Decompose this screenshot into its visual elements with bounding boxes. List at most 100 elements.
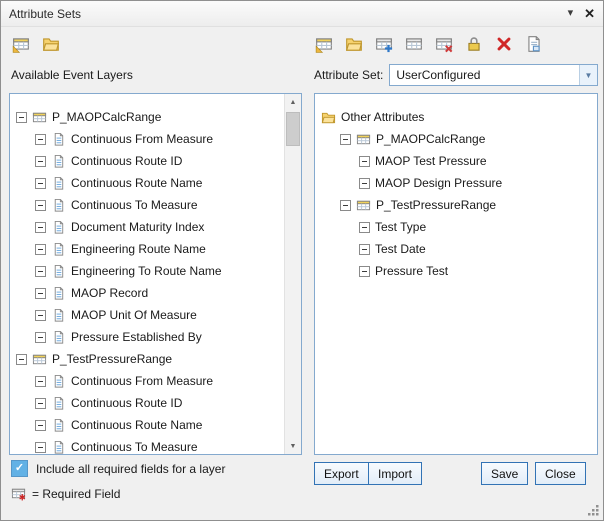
attribute-set-report-icon[interactable] <box>524 34 544 54</box>
collapse-expander-icon[interactable] <box>35 200 46 211</box>
field-doc-icon <box>51 132 66 147</box>
tree-item[interactable]: Continuous To Measure <box>12 436 283 454</box>
add-event-layer-icon[interactable] <box>11 34 31 54</box>
window-title: Attribute Sets <box>9 7 81 21</box>
titlebar[interactable]: Attribute Sets ▾ ✕ <box>1 1 603 27</box>
tree-item[interactable]: Other Attributes <box>317 106 595 128</box>
tree-item[interactable]: Document Maturity Index <box>12 216 283 238</box>
field-doc-icon <box>51 418 66 433</box>
collapse-expander-icon[interactable] <box>35 178 46 189</box>
open-attribute-set-icon[interactable] <box>344 34 364 54</box>
collapse-expander-icon[interactable] <box>35 332 46 343</box>
tree-item-label: Other Attributes <box>341 110 424 124</box>
tree-item[interactable]: MAOP Test Pressure <box>317 150 595 172</box>
field-doc-icon <box>51 330 66 345</box>
collapse-expander-icon[interactable] <box>35 266 46 277</box>
tree-item[interactable]: P_MAOPCalcRange <box>317 128 595 150</box>
layer-table-icon <box>32 110 47 125</box>
left-toolbar <box>11 34 61 54</box>
resize-grip-icon[interactable] <box>587 504 600 517</box>
tree-item[interactable]: P_TestPressureRange <box>12 348 283 370</box>
tree-item[interactable]: Engineering Route Name <box>12 238 283 260</box>
tree-item[interactable]: Continuous Route ID <box>12 150 283 172</box>
collapse-expander-icon[interactable] <box>35 376 46 387</box>
required-field-label: = Required Field <box>32 487 120 501</box>
attribute-set-dropdown[interactable]: UserConfigured ▼ <box>389 64 598 86</box>
available-layers-panel: P_MAOPCalcRange Continuous From Measure Co… <box>9 93 302 455</box>
tree-item-label: P_TestPressureRange <box>52 352 172 366</box>
tree-item[interactable]: Continuous From Measure <box>12 370 283 392</box>
tree-item[interactable]: Pressure Test <box>317 260 595 282</box>
tree-item[interactable]: Continuous Route Name <box>12 414 283 436</box>
tree-item[interactable]: Continuous From Measure <box>12 128 283 150</box>
collapse-icon[interactable]: ▾ <box>568 8 574 19</box>
collapse-expander-icon[interactable] <box>35 244 46 255</box>
collapse-expander-icon[interactable] <box>16 112 27 123</box>
delete-attribute-set-icon[interactable] <box>494 34 514 54</box>
tree-item[interactable]: Engineering To Route Name <box>12 260 283 282</box>
scroll-thumb[interactable] <box>286 112 300 146</box>
collapse-expander-icon[interactable] <box>16 354 27 365</box>
tree-item[interactable]: Test Type <box>317 216 595 238</box>
vertical-scrollbar[interactable]: ▲ ▼ <box>284 94 301 454</box>
new-attribute-set-icon[interactable] <box>314 34 334 54</box>
tree-item[interactable]: Continuous Route Name <box>12 172 283 194</box>
lock-attribute-set-icon[interactable] <box>464 34 484 54</box>
tree-item[interactable]: MAOP Design Pressure <box>317 172 595 194</box>
collapse-expander-icon[interactable] <box>35 134 46 145</box>
tree-item[interactable]: P_MAOPCalcRange <box>12 106 283 128</box>
include-required-label: Include all required fields for a layer <box>36 462 225 476</box>
collapse-expander-icon[interactable] <box>359 156 370 167</box>
tree-item[interactable]: MAOP Record <box>12 282 283 304</box>
collapse-expander-icon[interactable] <box>35 442 46 453</box>
tree-item-label: Continuous To Measure <box>71 440 198 454</box>
attribute-set-value: UserConfigured <box>390 65 579 85</box>
add-attribute-table-icon[interactable] <box>374 34 394 54</box>
save-button[interactable]: Save <box>481 462 528 485</box>
scroll-down-icon[interactable]: ▼ <box>285 438 301 454</box>
collapse-expander-icon[interactable] <box>35 156 46 167</box>
attribute-sets-dialog: Attribute Sets ▾ ✕ Available Event Layer… <box>0 0 604 521</box>
add-event-layer-folder-icon[interactable] <box>41 34 61 54</box>
collapse-expander-icon[interactable] <box>35 398 46 409</box>
collapse-expander-icon[interactable] <box>35 288 46 299</box>
tree-item-label: Continuous From Measure <box>71 132 213 146</box>
tree-item[interactable]: Continuous To Measure <box>12 194 283 216</box>
tree-item[interactable]: P_TestPressureRange <box>317 194 595 216</box>
tree-item[interactable]: MAOP Unit Of Measure <box>12 304 283 326</box>
close-icon[interactable]: ✕ <box>584 7 595 20</box>
dropdown-arrow-icon[interactable]: ▼ <box>579 65 597 85</box>
tree-item[interactable]: Pressure Established By <box>12 326 283 348</box>
collapse-expander-icon[interactable] <box>359 266 370 277</box>
collapse-expander-icon[interactable] <box>359 244 370 255</box>
collapse-expander-icon[interactable] <box>340 200 351 211</box>
available-layers-tree: P_MAOPCalcRange Continuous From Measure Co… <box>12 94 283 454</box>
field-doc-icon <box>51 396 66 411</box>
close-button[interactable]: Close <box>535 462 586 485</box>
collapse-expander-icon[interactable] <box>340 134 351 145</box>
field-doc-icon <box>51 154 66 169</box>
folder-icon <box>321 110 336 125</box>
collapse-expander-icon[interactable] <box>35 310 46 321</box>
required-field-icon <box>11 486 26 501</box>
layer-table-icon <box>356 198 371 213</box>
collapse-expander-icon[interactable] <box>35 420 46 431</box>
tree-item[interactable]: Continuous Route ID <box>12 392 283 414</box>
remove-attribute-table-icon[interactable] <box>434 34 454 54</box>
collapse-expander-icon[interactable] <box>359 178 370 189</box>
tree-item-label: Continuous From Measure <box>71 374 213 388</box>
collapse-expander-icon[interactable] <box>35 222 46 233</box>
tree-item-label: P_MAOPCalcRange <box>52 110 161 124</box>
layer-table-icon <box>356 132 371 147</box>
tree-item-label: MAOP Unit Of Measure <box>71 308 197 322</box>
attribute-table-icon[interactable] <box>404 34 424 54</box>
import-button[interactable]: Import <box>368 462 422 485</box>
include-required-checkbox[interactable]: ✓ <box>11 460 28 477</box>
tree-item-label: Document Maturity Index <box>71 220 204 234</box>
scroll-up-icon[interactable]: ▲ <box>285 94 301 110</box>
tree-item[interactable]: Test Date <box>317 238 595 260</box>
collapse-expander-icon[interactable] <box>359 222 370 233</box>
tree-item-label: Pressure Test <box>375 264 448 278</box>
export-button[interactable]: Export <box>314 462 369 485</box>
tree-item-label: Continuous To Measure <box>71 198 198 212</box>
